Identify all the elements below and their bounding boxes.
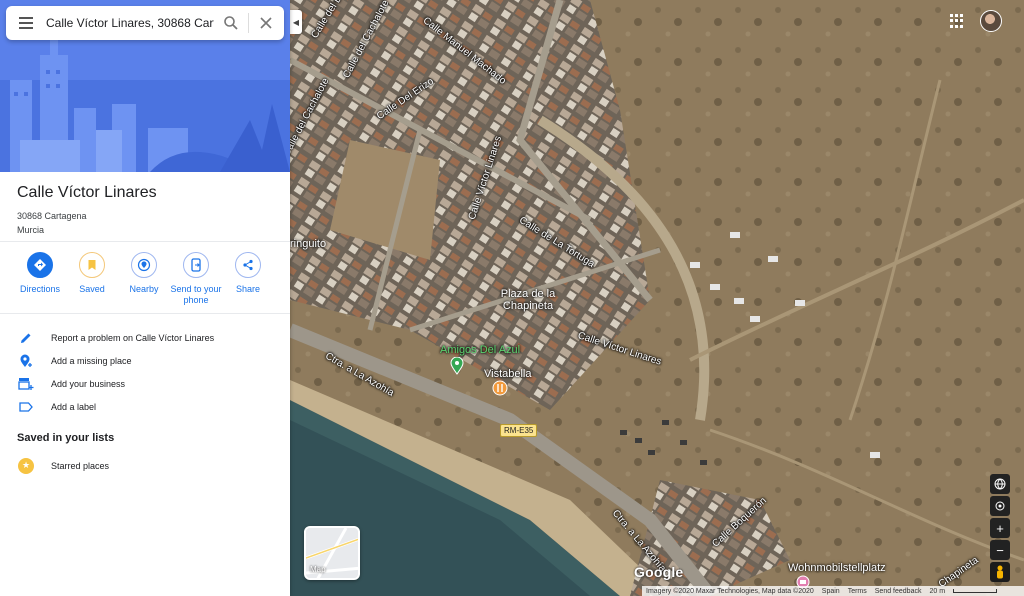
starred-places-item[interactable]: ★ Starred places — [0, 454, 290, 477]
zoom-out-button[interactable]: − — [990, 540, 1010, 560]
scale-bar — [953, 589, 998, 593]
search-icon[interactable] — [214, 6, 248, 40]
my-location-icon — [995, 501, 1005, 511]
place-title: Calle Víctor Linares — [17, 184, 157, 201]
attribution-bar: Imagery ©2020 Maxar Technologies, Map da… — [642, 586, 1024, 596]
star-icon: ★ — [18, 457, 34, 474]
poi-label-plaza[interactable]: Plaza de la Chapineta — [498, 288, 558, 312]
add-business-icon — [18, 376, 34, 392]
bookmark-icon — [79, 252, 105, 278]
satellite-map[interactable]: Calle del Ba Calle del Cachalote Calle M… — [290, 0, 1024, 596]
map-layer-toggle[interactable]: Map — [304, 526, 360, 580]
link-terms[interactable]: Terms — [848, 588, 867, 595]
label-icon — [18, 399, 34, 415]
poi-label-chiringuito[interactable]: ringuito — [290, 238, 326, 250]
restaurant-marker-icon[interactable] — [492, 380, 508, 396]
directions-icon — [27, 252, 53, 278]
action-label: Directions — [19, 284, 60, 294]
link-send-feedback[interactable]: Send feedback — [875, 588, 922, 595]
link-spain[interactable]: Spain — [822, 588, 840, 595]
add-label-item[interactable]: Add a label — [0, 395, 290, 418]
menu-label: Add your business — [51, 378, 126, 389]
action-buttons-row: Directions Saved Nearby Send to your pho… — [0, 242, 290, 314]
poi-label-amigos-del-azul[interactable]: Amigos Del Azul — [440, 344, 520, 356]
hero-illustration — [0, 0, 290, 172]
map-layer-label: Map — [310, 565, 326, 574]
search-box — [6, 6, 284, 40]
my-location-button[interactable] — [990, 496, 1010, 516]
menu-label: Add a missing place — [51, 355, 132, 366]
menu-label: Starred places — [51, 460, 110, 471]
saved-lists-title: Saved in your lists — [17, 432, 115, 444]
nearby-button[interactable]: Nearby — [118, 252, 170, 313]
google-apps-icon[interactable] — [950, 14, 964, 28]
menu-icon[interactable] — [6, 6, 46, 40]
share-icon — [235, 252, 261, 278]
maps-app: Calle del Ba Calle del Cachalote Calle M… — [0, 0, 1024, 596]
close-icon[interactable] — [249, 6, 283, 40]
avatar[interactable] — [980, 10, 1002, 32]
attribution-text: Imagery ©2020 Maxar Technologies, Map da… — [646, 587, 814, 595]
send-to-phone-button[interactable]: Send to your phone — [170, 252, 222, 313]
place-address: 30868 Cartagena Murcia — [17, 209, 273, 237]
address-line-1: 30868 Cartagena — [17, 211, 87, 221]
action-label: Nearby — [129, 284, 159, 294]
scale-label[interactable]: 20 m — [929, 588, 945, 595]
poi-label-wohnmobilstellplatz[interactable]: Wohnmobilstellplatz — [788, 562, 886, 574]
directions-button[interactable]: Directions — [14, 252, 66, 313]
nearby-icon — [131, 252, 157, 278]
poi-label-vistabella[interactable]: Vistabella — [484, 368, 532, 380]
place-header: Calle Víctor Linares 30868 Cartagena Mur… — [0, 172, 290, 242]
globe-icon — [994, 478, 1006, 490]
report-problem-item[interactable]: Report a problem on Calle Víctor Linares — [0, 326, 290, 349]
pegman-icon — [997, 565, 1003, 579]
zoom-in-button[interactable]: + — [990, 518, 1010, 538]
collapse-side-panel-button[interactable]: ◀ — [290, 10, 302, 34]
share-button[interactable]: Share — [222, 252, 274, 313]
action-label: Share — [235, 284, 261, 294]
google-logo: Google — [634, 564, 684, 580]
action-label: Saved — [79, 284, 105, 294]
add-business-item[interactable]: Add your business — [0, 372, 290, 395]
add-missing-place-item[interactable]: Add a missing place — [0, 349, 290, 372]
action-label: Send to your phone — [170, 284, 222, 305]
search-input[interactable] — [46, 8, 214, 38]
pencil-icon — [18, 330, 34, 346]
road-shield-rm-e35: RM-E35 — [500, 424, 538, 437]
menu-label: Add a label — [51, 401, 97, 412]
satellite-imagery — [290, 0, 1024, 596]
globe-view-button[interactable] — [990, 474, 1010, 494]
saved-button[interactable]: Saved — [66, 252, 118, 313]
send-to-phone-icon — [183, 252, 209, 278]
pegman-street-view-button[interactable] — [990, 562, 1010, 582]
address-line-2: Murcia — [17, 225, 45, 235]
contribute-menu: Report a problem on Calle Víctor Linares… — [0, 314, 290, 418]
side-panel: Calle Víctor Linares 30868 Cartagena Mur… — [0, 0, 290, 596]
green-place-marker-icon[interactable] — [450, 357, 464, 375]
add-place-icon — [18, 353, 34, 369]
menu-label: Report a problem on Calle Víctor Linares — [51, 332, 215, 343]
